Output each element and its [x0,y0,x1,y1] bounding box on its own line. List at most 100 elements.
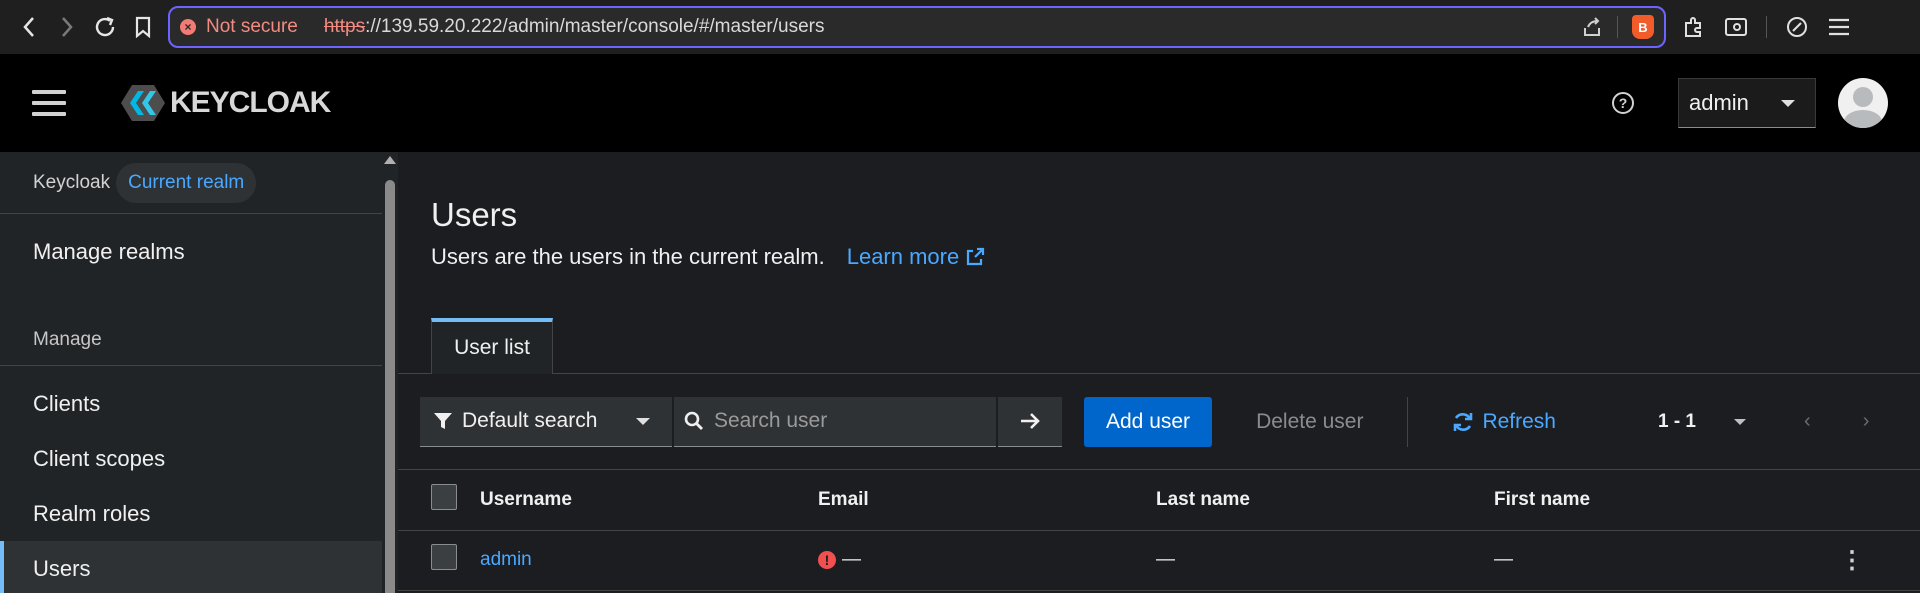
row-actions-kebab-icon[interactable]: ⋮ [1726,530,1920,591]
sidebar-item-client-scopes[interactable]: Client scopes [0,431,382,486]
toolbar-divider [1407,396,1409,447]
url-path: ://139.59.20.222/admin/master/console/#/… [365,16,825,37]
browser-toolbar: × Not secure https://139.59.20.222/admin… [0,0,1920,54]
brave-shields-icon[interactable]: B [1632,15,1654,39]
column-header-username[interactable]: Username [480,470,818,531]
email-cell: ! — [818,530,1156,591]
users-toolbar: Default search Add user Delete user Refr… [398,374,1920,470]
tab-user-list[interactable]: User list [431,318,553,374]
add-user-button[interactable]: Add user [1084,396,1213,447]
search-submit-button[interactable] [998,396,1062,447]
last-name-cell: — [1156,530,1494,591]
back-arrow-icon [23,17,34,37]
column-header-first-name[interactable]: First name [1494,470,1727,531]
realm-selector[interactable]: Keycloak Current realm [0,152,382,214]
address-bar[interactable]: × Not secure https://139.59.20.222/admin… [168,6,1666,48]
external-link-icon [967,247,985,266]
learn-more-link[interactable]: Learn more [847,244,986,270]
next-page-chevron-icon[interactable]: › [1863,410,1870,433]
brand-name: KEYCLOAK [170,86,331,119]
caret-down-icon [1734,418,1747,425]
header-actions: ? admin [1612,78,1888,128]
keycloak-logo[interactable]: KEYCLOAK [120,83,331,123]
previous-page-chevron-icon[interactable]: ‹ [1804,410,1811,433]
address-divider [1617,16,1618,38]
row-checkbox[interactable] [431,544,457,570]
realm-name: Keycloak [33,171,111,193]
username-cell: admin [480,530,818,591]
row-select-cell [398,530,480,591]
page-title: Users [431,196,518,233]
wallet-icon[interactable] [1724,16,1748,38]
select-all-checkbox[interactable] [431,483,457,510]
main-content: Users Users are the users in the current… [398,152,1920,593]
sidebar-item-manage-realms[interactable]: Manage realms [0,214,382,290]
arrow-right-icon [1021,413,1040,429]
table-row: admin ! — — — ⋮ [398,530,1920,591]
back-button[interactable] [10,8,48,46]
sidebar-section-manage: Manage [0,314,382,366]
share-icon[interactable] [1581,16,1603,38]
username-link[interactable]: admin [480,549,532,570]
first-name-cell: — [1494,530,1727,591]
bookmark-icon [135,16,151,38]
url-text[interactable]: https://139.59.20.222/admin/master/conso… [324,16,825,38]
leo-ai-icon[interactable] [1785,15,1809,39]
pagination-range: 1 - 1 [1657,410,1697,432]
browser-menu-icon[interactable] [1827,17,1851,37]
email-not-verified-icon: ! [818,550,836,569]
page-description-text: Users are the users in the current realm… [431,244,825,269]
scroll-up-icon[interactable] [384,156,396,164]
address-bar-actions: B [1581,15,1654,39]
app-header: KEYCLOAK ? admin [0,54,1920,152]
users-table: Username Email Last name First name admi… [398,470,1920,591]
column-header-email[interactable]: Email [818,470,1156,531]
table-header-row: Username Email Last name First name [398,470,1920,531]
page-header: Users Users are the users in the current… [398,152,1920,374]
reload-icon [95,16,115,37]
security-label[interactable]: Not secure [206,16,298,38]
sidebar-scrollbar[interactable] [382,152,398,593]
user-menu-label: admin [1689,90,1749,115]
sidebar-item-clients[interactable]: Clients [0,376,382,431]
delete-user-button[interactable]: Delete user [1234,397,1385,447]
search-box [674,396,996,447]
main-layout: Keycloak Current realm Manage realms Man… [0,152,1920,593]
help-icon[interactable]: ? [1612,92,1634,114]
email-value: — [842,549,861,570]
url-scheme: https [323,16,366,37]
refresh-icon [1454,412,1473,431]
search-user-input[interactable] [714,409,974,433]
nav-toggle-hamburger-icon[interactable] [32,90,66,116]
search-icon [684,411,703,430]
page-description: Users are the users in the current realm… [431,244,1920,270]
forward-button[interactable] [48,8,86,46]
filter-icon [434,413,452,429]
search-type-label: Default search [462,409,598,432]
current-realm-chip[interactable]: Current realm [116,162,257,203]
not-secure-icon: × [180,19,196,35]
learn-more-label: Learn more [846,244,960,269]
extensions-puzzle-icon[interactable] [1682,15,1706,39]
caret-down-icon [1781,99,1795,107]
refresh-button[interactable]: Refresh [1430,397,1578,447]
select-all-cell [398,470,480,531]
reload-button[interactable] [86,8,124,46]
scrollbar-thumb[interactable] [385,180,395,593]
sidebar-item-realm-roles[interactable]: Realm roles [0,486,382,541]
toolbar-divider [1766,16,1767,38]
sidebar: Keycloak Current realm Manage realms Man… [0,152,398,593]
actions-header [1726,470,1920,531]
sidebar-item-users[interactable]: Users [0,541,382,593]
bookmark-button[interactable] [124,8,162,46]
avatar[interactable] [1838,78,1888,128]
user-menu-dropdown[interactable]: admin [1678,78,1816,128]
pagination-nav: ‹ › [1804,410,1869,433]
forward-arrow-icon [62,17,73,37]
caret-down-icon [636,417,650,425]
pagination-toggle[interactable]: 1 - 1 [1657,410,1747,433]
column-header-last-name[interactable]: Last name [1156,470,1494,531]
search-type-dropdown[interactable]: Default search [420,396,672,447]
keycloak-logo-mark-icon [121,85,165,121]
refresh-label: Refresh [1482,409,1556,433]
